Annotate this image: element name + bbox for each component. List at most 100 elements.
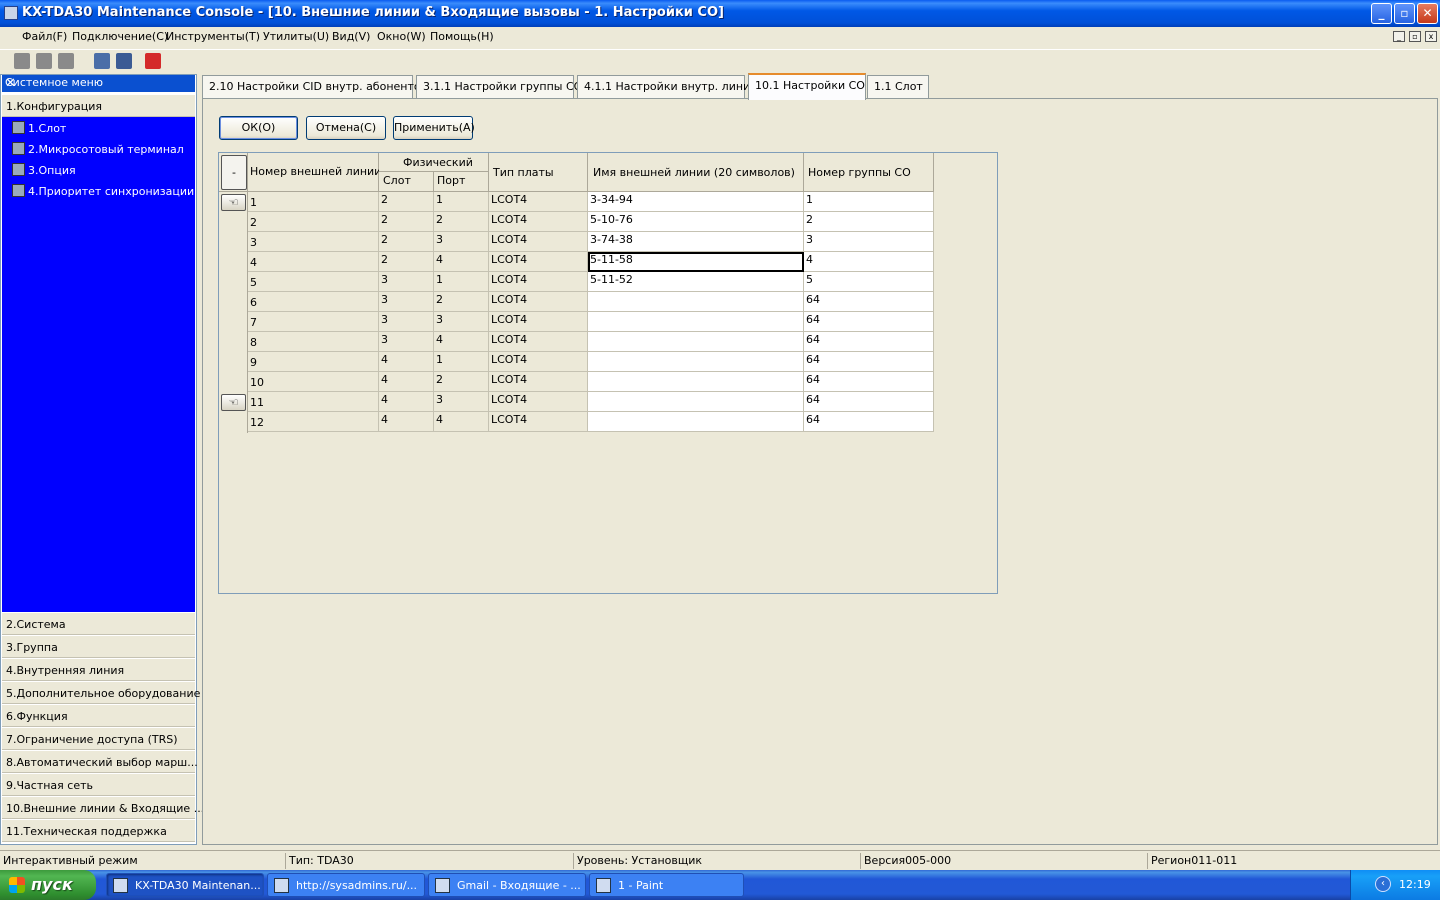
connect-icon[interactable]: [36, 53, 52, 69]
tree-item-sync-priority[interactable]: 4.Приоритет синхронизации: [12, 184, 194, 198]
cell-co-group[interactable]: 3: [804, 232, 934, 252]
cell-slot[interactable]: 4: [379, 392, 434, 412]
cell-co-group[interactable]: 4: [804, 252, 934, 272]
category-trs[interactable]: 7.Ограничение доступа (TRS): [2, 727, 195, 750]
close-icon[interactable]: ✕: [5, 76, 192, 91]
cell-slot[interactable]: 3: [379, 312, 434, 332]
tree-item-microcell[interactable]: 2.Микросотовый терминал: [12, 142, 184, 156]
cell-slot[interactable]: 2: [379, 252, 434, 272]
cell-slot[interactable]: 2: [379, 232, 434, 252]
mdi-restore-icon[interactable]: ▫: [1409, 31, 1421, 42]
menu-file[interactable]: Файл(F): [22, 30, 67, 43]
hand-icon[interactable]: ☜: [221, 194, 246, 211]
menu-help[interactable]: Помощь(H): [430, 30, 494, 43]
cell-port[interactable]: 4: [434, 412, 489, 432]
cell-line-name[interactable]: [588, 392, 804, 412]
cell-co-group[interactable]: 1: [804, 192, 934, 212]
tab-co-settings[interactable]: 10.1 Настройки СО: [748, 73, 866, 100]
cell-card-type[interactable]: LCOT4: [489, 352, 588, 372]
tab-cid-settings[interactable]: 2.10 Настройки CID внутр. абонентов: [202, 75, 427, 98]
cancel-button[interactable]: Отмена(С): [306, 116, 386, 140]
cell-line-name[interactable]: 3-34-94: [588, 192, 804, 212]
cell-co-group[interactable]: 64: [804, 312, 934, 332]
cell-co-group[interactable]: 64: [804, 352, 934, 372]
tools-icon[interactable]: [58, 53, 74, 69]
category-feature[interactable]: 6.Функция: [2, 704, 195, 727]
cell-line-name[interactable]: 5-11-58: [588, 252, 804, 272]
tab-extension-settings[interactable]: 4.1.1 Настройки внутр. линии: [577, 75, 757, 98]
tree-item-option[interactable]: 3.Опция: [12, 163, 76, 177]
cell-line-name[interactable]: 3-74-38: [588, 232, 804, 252]
cell-line-number[interactable]: 8: [248, 332, 379, 352]
cell-line-name[interactable]: [588, 412, 804, 432]
hand-icon[interactable]: ☜: [221, 394, 246, 411]
cell-line-name[interactable]: 5-11-52: [588, 272, 804, 292]
cell-line-name[interactable]: [588, 332, 804, 352]
cell-line-number[interactable]: 12: [248, 412, 379, 432]
cell-line-number[interactable]: 11: [248, 392, 379, 412]
select-all-button[interactable]: -: [221, 155, 247, 190]
cell-line-name[interactable]: [588, 372, 804, 392]
title-bar[interactable]: KX-TDA30 Maintenance Console - [10. Внеш…: [0, 0, 1440, 27]
cell-line-name[interactable]: [588, 352, 804, 372]
cell-line-number[interactable]: 1: [248, 192, 379, 212]
cell-port[interactable]: 4: [434, 252, 489, 272]
cell-co-group[interactable]: 64: [804, 412, 934, 432]
cell-slot[interactable]: 3: [379, 332, 434, 352]
cell-port[interactable]: 1: [434, 352, 489, 372]
cell-slot[interactable]: 3: [379, 272, 434, 292]
upload-icon[interactable]: [94, 53, 110, 69]
cell-card-type[interactable]: LCOT4: [489, 252, 588, 272]
cell-co-group[interactable]: 64: [804, 332, 934, 352]
cell-port[interactable]: 2: [434, 292, 489, 312]
category-private-network[interactable]: 9.Частная сеть: [2, 773, 195, 796]
category-ars[interactable]: 8.Автоматический выбор марш...: [2, 750, 198, 773]
task-maintenance-console[interactable]: KX-TDA30 Maintenan...: [106, 873, 264, 897]
cell-card-type[interactable]: LCOT4: [489, 272, 588, 292]
cell-port[interactable]: 2: [434, 212, 489, 232]
download-icon[interactable]: [116, 53, 132, 69]
cell-slot[interactable]: 2: [379, 212, 434, 232]
maximize-button[interactable]: ▫: [1394, 3, 1415, 24]
cell-port[interactable]: 3: [434, 232, 489, 252]
cell-line-number[interactable]: 9: [248, 352, 379, 372]
cell-slot[interactable]: 4: [379, 412, 434, 432]
minimize-button[interactable]: _: [1371, 3, 1392, 24]
tab-co-group-settings[interactable]: 3.1.1 Настройки группы СО: [416, 75, 582, 98]
category-co-incoming[interactable]: 10.Внешние линии & Входящие ...: [2, 796, 204, 819]
cell-card-type[interactable]: LCOT4: [489, 192, 588, 212]
menu-view[interactable]: Вид(V): [332, 30, 370, 43]
menu-tools[interactable]: Инструменты(T): [166, 30, 260, 43]
cell-port[interactable]: 3: [434, 392, 489, 412]
ok-button[interactable]: ОК(О): [219, 116, 298, 140]
cell-line-number[interactable]: 6: [248, 292, 379, 312]
menu-connect[interactable]: Подключение(C): [72, 30, 168, 43]
cell-line-number[interactable]: 4: [248, 252, 379, 272]
task-browser[interactable]: http://sysadmins.ru/...: [267, 873, 425, 897]
category-group[interactable]: 3.Группа: [2, 635, 195, 658]
start-button[interactable]: пуск: [0, 870, 96, 900]
cell-port[interactable]: 4: [434, 332, 489, 352]
mdi-minimize-icon[interactable]: _: [1393, 31, 1405, 42]
category-optional-equipment[interactable]: 5.Дополнительное оборудование: [2, 681, 200, 704]
cell-card-type[interactable]: LCOT4: [489, 232, 588, 252]
cell-slot[interactable]: 2: [379, 192, 434, 212]
disconnect-icon[interactable]: [14, 53, 30, 69]
menu-utilities[interactable]: Утилиты(U): [263, 30, 329, 43]
category-extension[interactable]: 4.Внутренняя линия: [2, 658, 195, 681]
cell-line-number[interactable]: 7: [248, 312, 379, 332]
cell-card-type[interactable]: LCOT4: [489, 292, 588, 312]
cell-card-type[interactable]: LCOT4: [489, 212, 588, 232]
cell-card-type[interactable]: LCOT4: [489, 412, 588, 432]
tree-item-slot[interactable]: 1.Слот: [12, 121, 66, 135]
cell-card-type[interactable]: LCOT4: [489, 372, 588, 392]
close-button[interactable]: ✕: [1417, 3, 1438, 24]
cell-port[interactable]: 1: [434, 192, 489, 212]
task-paint[interactable]: 1 - Paint: [589, 873, 744, 897]
cell-co-group[interactable]: 5: [804, 272, 934, 292]
cell-line-name[interactable]: [588, 292, 804, 312]
category-configuration[interactable]: 1.Конфигурация: [2, 94, 195, 117]
category-maintenance[interactable]: 11.Техническая поддержка: [2, 819, 195, 842]
cell-slot[interactable]: 4: [379, 372, 434, 392]
cell-line-number[interactable]: 5: [248, 272, 379, 292]
